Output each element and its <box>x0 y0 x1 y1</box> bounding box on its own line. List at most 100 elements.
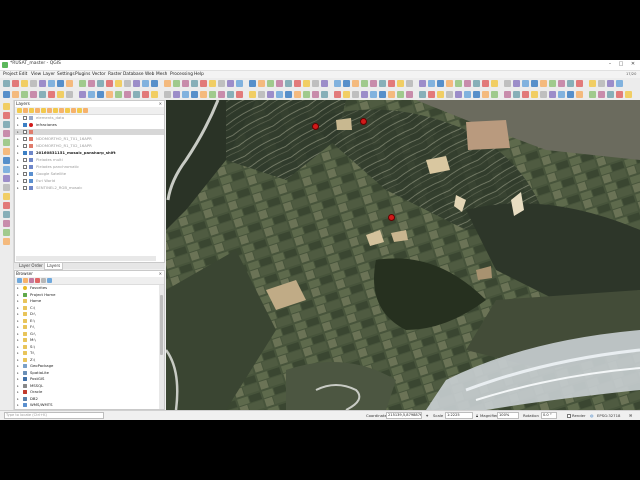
layer-tool-16-icon[interactable] <box>3 238 10 245</box>
row2-tool-53-icon[interactable] <box>491 91 498 98</box>
layer-item[interactable]: ▸ Pleiades multi <box>15 157 164 163</box>
expand-arrow-icon[interactable]: ▸ <box>17 311 19 317</box>
menu-edit[interactable]: Edit <box>19 71 27 78</box>
row1-tool-57-icon[interactable] <box>531 80 538 87</box>
crs-globe-icon[interactable]: ◍ <box>590 412 594 419</box>
menu-processing[interactable]: Processing <box>170 71 193 78</box>
expand-arrow-icon[interactable]: ▸ <box>17 402 19 408</box>
locator-search-input[interactable]: Type to locate (Ctrl+K) <box>4 412 104 419</box>
expand-arrow-icon[interactable]: ▸ <box>17 298 19 304</box>
row1-tool-9-icon[interactable] <box>79 80 86 87</box>
expand-arrow-icon[interactable]: ▸ <box>17 376 19 382</box>
layer-item[interactable]: ▸ Google Satellite <box>15 171 164 177</box>
browser-panel-tool-5-icon[interactable] <box>41 278 46 283</box>
row2-tool-49-icon[interactable] <box>455 91 462 98</box>
row1-tool-40-icon[interactable] <box>370 80 377 87</box>
row2-tool-66-icon[interactable] <box>616 91 623 98</box>
row2-tool-32-icon[interactable] <box>294 91 301 98</box>
row1-tool-28-icon[interactable] <box>258 80 265 87</box>
browser-item[interactable]: ▸ Project Home <box>15 292 159 298</box>
layers-panel-tool-11-icon[interactable] <box>77 108 82 113</box>
row2-tool-7-icon[interactable] <box>57 91 64 98</box>
rotation-field[interactable]: 0.0 ° <box>541 412 557 419</box>
row1-tool-35-icon[interactable] <box>321 80 328 87</box>
row1-tool-19-icon[interactable] <box>173 80 180 87</box>
browser-panel-tool-1-icon[interactable] <box>17 278 22 283</box>
row1-tool-4-icon[interactable] <box>30 80 37 87</box>
layer-visibility-checkbox[interactable] <box>23 123 27 127</box>
row1-tool-26-icon[interactable] <box>236 80 243 87</box>
row2-tool-39-icon[interactable] <box>361 91 368 98</box>
layer-visibility-checkbox[interactable] <box>23 144 27 148</box>
expand-arrow-icon[interactable]: ▸ <box>17 344 19 350</box>
expand-arrow-icon[interactable]: ▸ <box>17 357 19 363</box>
menu-vector[interactable]: Vector <box>92 71 106 78</box>
row2-tool-8-icon[interactable] <box>66 91 73 98</box>
infraction-point-marker[interactable] <box>359 117 367 125</box>
extents-icon[interactable]: ⌖ <box>426 412 428 419</box>
row2-tool-59-icon[interactable] <box>549 91 556 98</box>
layer-visibility-checkbox[interactable] <box>23 137 27 141</box>
row1-tool-52-icon[interactable] <box>482 80 489 87</box>
browser-item[interactable]: ▸ WMS/WMTS <box>15 402 159 408</box>
row1-tool-54-icon[interactable] <box>504 80 511 87</box>
row2-tool-22-icon[interactable] <box>200 91 207 98</box>
row2-tool-24-icon[interactable] <box>218 91 225 98</box>
layer-visibility-checkbox[interactable] <box>23 186 27 190</box>
expand-arrow-icon[interactable]: ▸ <box>17 337 19 343</box>
row1-tool-42-icon[interactable] <box>388 80 395 87</box>
row1-tool-56-icon[interactable] <box>522 80 529 87</box>
row2-tool-61-icon[interactable] <box>567 91 574 98</box>
row1-tool-13-icon[interactable] <box>115 80 122 87</box>
lock-scale-icon[interactable]: 🔒︎ <box>476 412 478 419</box>
layer-tool-10-icon[interactable] <box>3 184 10 191</box>
browser-item[interactable]: ▸ Oracle <box>15 389 159 395</box>
row2-tool-19-icon[interactable] <box>173 91 180 98</box>
row2-tool-15-icon[interactable] <box>133 91 140 98</box>
row1-tool-31-icon[interactable] <box>285 80 292 87</box>
row2-tool-57-icon[interactable] <box>531 91 538 98</box>
row2-tool-34-icon[interactable] <box>312 91 319 98</box>
row2-tool-21-icon[interactable] <box>191 91 198 98</box>
layer-tool-6-icon[interactable] <box>3 148 10 155</box>
row2-tool-67-icon[interactable] <box>625 91 632 98</box>
row1-tool-18-icon[interactable] <box>164 80 171 87</box>
menu-mesh[interactable]: Mesh <box>156 71 167 78</box>
row2-tool-5-icon[interactable] <box>39 91 46 98</box>
minimize-button[interactable]: – <box>606 61 614 68</box>
row2-tool-27-icon[interactable] <box>249 91 256 98</box>
row1-tool-48-icon[interactable] <box>446 80 453 87</box>
expand-arrow-icon[interactable]: ▸ <box>17 363 19 369</box>
layer-visibility-checkbox[interactable] <box>23 151 27 155</box>
row2-tool-36-icon[interactable] <box>334 91 341 98</box>
layers-panel-tool-9-icon[interactable] <box>65 108 70 113</box>
coordinate-field[interactable]: 215139,5,8798876,5 <box>386 412 422 419</box>
row2-tool-23-icon[interactable] <box>209 91 216 98</box>
layer-item[interactable]: ▸ 20160831151_mosaic_pansharp_shift <box>15 150 164 156</box>
row1-tool-45-icon[interactable] <box>419 80 426 87</box>
row1-tool-36-icon[interactable] <box>334 80 341 87</box>
layer-visibility-checkbox[interactable] <box>23 165 27 169</box>
layers-panel-tool-3-icon[interactable] <box>29 108 34 113</box>
row1-tool-65-icon[interactable] <box>607 80 614 87</box>
row1-tool-12-icon[interactable] <box>106 80 113 87</box>
expand-arrow-icon[interactable]: ▸ <box>17 164 19 170</box>
layer-visibility-checkbox[interactable] <box>23 116 27 120</box>
row2-tool-46-icon[interactable] <box>428 91 435 98</box>
row1-tool-51-icon[interactable] <box>473 80 480 87</box>
row2-tool-16-icon[interactable] <box>142 91 149 98</box>
row2-tool-52-icon[interactable] <box>482 91 489 98</box>
expand-arrow-icon[interactable]: ▸ <box>17 157 19 163</box>
layers-panel-tool-1-icon[interactable] <box>17 108 22 113</box>
layer-tool-7-icon[interactable] <box>3 157 10 164</box>
row2-tool-10-icon[interactable] <box>88 91 95 98</box>
browser-item[interactable]: ▸ M:\ <box>15 337 159 343</box>
row1-tool-39-icon[interactable] <box>361 80 368 87</box>
layer-item[interactable]: ▸ NDOMORTHO_R1_T02_16APR <box>15 143 164 149</box>
layer-item[interactable]: ▸ NDOMORTHO_R1_T01_16APR <box>15 136 164 142</box>
horizontal-scrollbar[interactable] <box>16 256 156 261</box>
layer-item[interactable]: ▸ Esri World <box>15 178 164 184</box>
expand-arrow-icon[interactable]: ▸ <box>17 389 19 395</box>
row1-tool-32-icon[interactable] <box>294 80 301 87</box>
row1-tool-50-icon[interactable] <box>464 80 471 87</box>
